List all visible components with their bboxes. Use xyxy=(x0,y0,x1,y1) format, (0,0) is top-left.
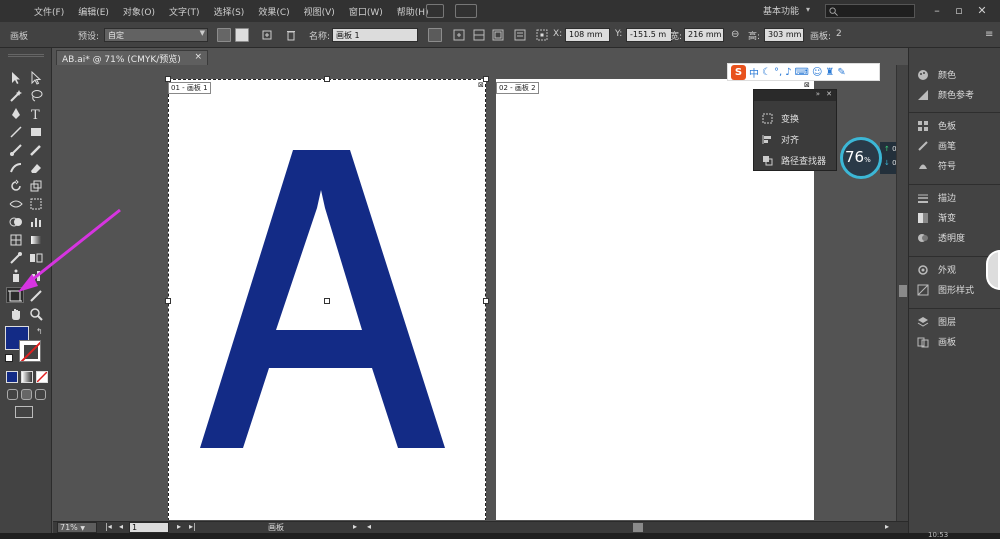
taskbar-strip xyxy=(0,533,1000,539)
annotation-arrow xyxy=(18,208,121,292)
system-clock: 10:53 xyxy=(928,531,949,539)
